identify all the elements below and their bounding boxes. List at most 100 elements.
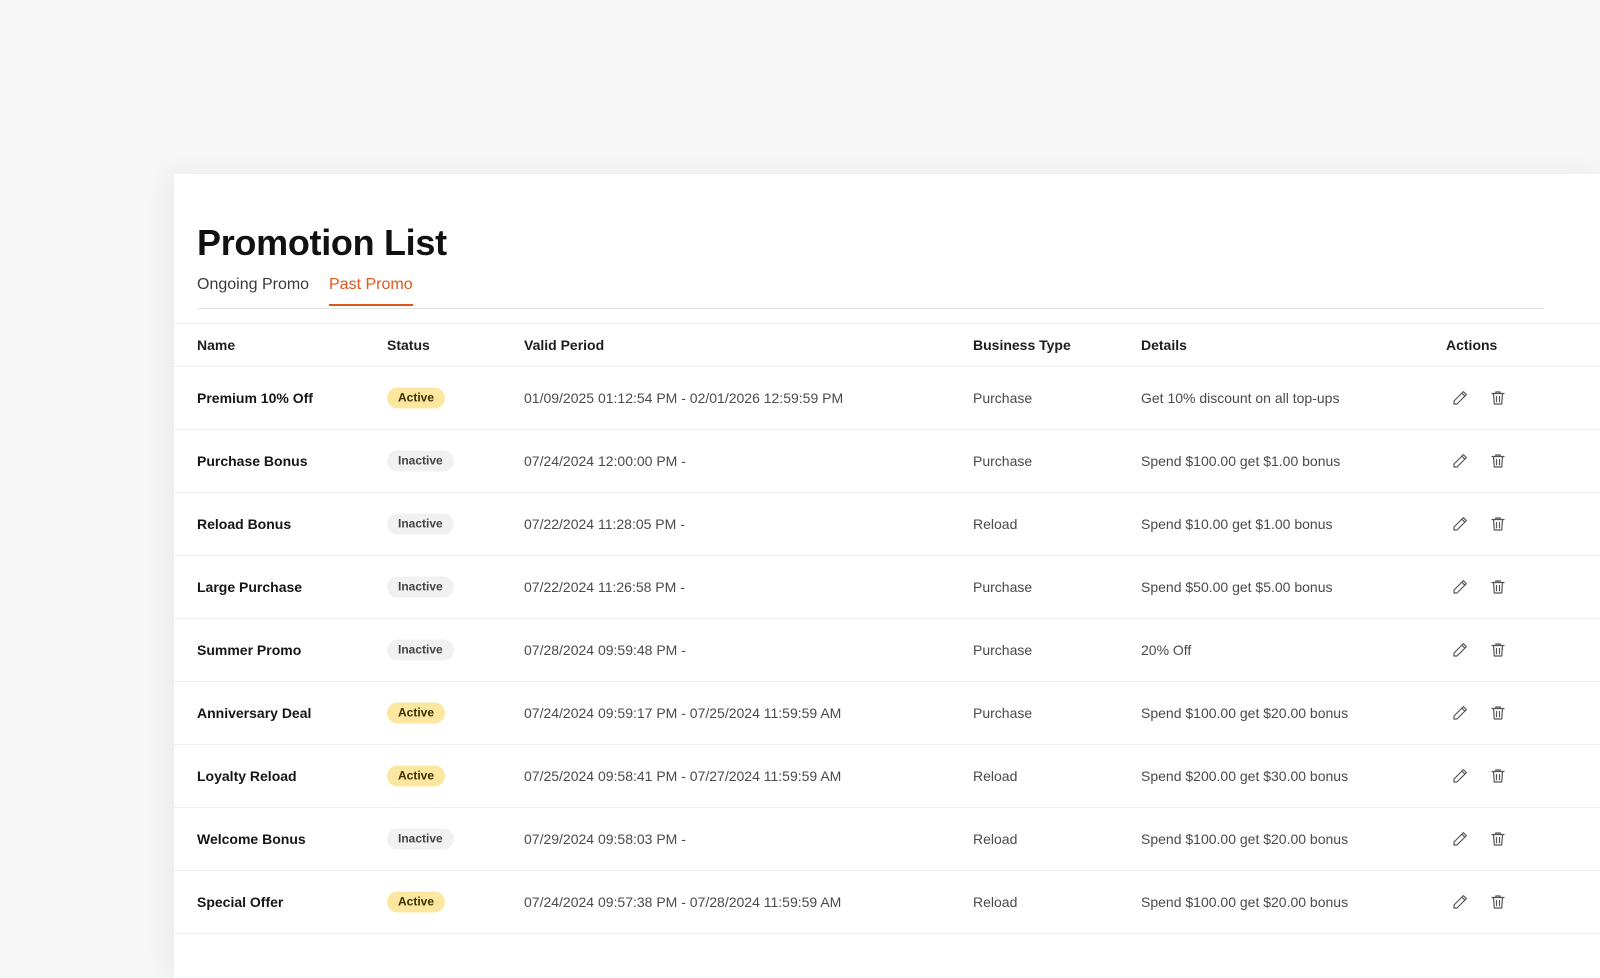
valid-period: 07/29/2024 09:58:03 PM - bbox=[524, 831, 686, 847]
promo-name: Purchase Bonus bbox=[197, 453, 308, 469]
valid-period: 07/25/2024 09:58:41 PM - 07/27/2024 11:5… bbox=[524, 768, 842, 784]
business-type: Purchase bbox=[973, 579, 1033, 595]
promo-details: Spend $100.00 get $1.00 bonus bbox=[1141, 453, 1341, 469]
pencil-icon[interactable] bbox=[1451, 830, 1469, 848]
row-actions bbox=[1451, 767, 1507, 785]
promo-name: Special Offer bbox=[197, 894, 284, 910]
promo-details: Spend $100.00 get $20.00 bonus bbox=[1141, 894, 1349, 910]
promotion-panel: Promotion List Ongoing Promo Past Promo … bbox=[174, 174, 1600, 978]
table-row: Large Purchase Inactive 07/22/2024 11:26… bbox=[174, 556, 1600, 619]
header-name: Name bbox=[197, 337, 236, 353]
pencil-icon[interactable] bbox=[1451, 452, 1469, 470]
pencil-icon[interactable] bbox=[1451, 704, 1469, 722]
promo-details: Get 10% discount on all top-ups bbox=[1141, 390, 1340, 406]
promo-name: Welcome Bonus bbox=[197, 831, 306, 847]
valid-period: 07/22/2024 11:28:05 PM - bbox=[524, 516, 685, 532]
valid-period: 07/22/2024 11:26:58 PM - bbox=[524, 579, 685, 595]
business-type: Reload bbox=[973, 516, 1018, 532]
trash-icon[interactable] bbox=[1489, 578, 1507, 596]
pencil-icon[interactable] bbox=[1451, 641, 1469, 659]
pencil-icon[interactable] bbox=[1451, 893, 1469, 911]
valid-period: 07/24/2024 09:57:38 PM - 07/28/2024 11:5… bbox=[524, 894, 842, 910]
valid-period: 07/28/2024 09:59:48 PM - bbox=[524, 642, 686, 658]
trash-icon[interactable] bbox=[1489, 767, 1507, 785]
valid-period: 01/09/2025 01:12:54 PM - 02/01/2026 12:5… bbox=[524, 390, 844, 406]
row-actions bbox=[1451, 389, 1507, 407]
trash-icon[interactable] bbox=[1489, 893, 1507, 911]
tab-ongoing-promo[interactable]: Ongoing Promo bbox=[197, 276, 309, 304]
promo-details: Spend $200.00 get $30.00 bonus bbox=[1141, 768, 1349, 784]
page-title: Promotion List bbox=[197, 222, 447, 263]
pencil-icon[interactable] bbox=[1451, 389, 1469, 407]
status-cell: Inactive bbox=[387, 576, 454, 598]
status-badge: Active bbox=[387, 765, 446, 787]
promo-details: Spend $100.00 get $20.00 bonus bbox=[1141, 831, 1349, 847]
status-badge: Inactive bbox=[387, 828, 454, 850]
status-cell: Inactive bbox=[387, 513, 454, 535]
promo-details: 20% Off bbox=[1141, 642, 1192, 658]
promo-tabs: Ongoing Promo Past Promo bbox=[197, 274, 1544, 309]
promo-details: Spend $10.00 get $1.00 bonus bbox=[1141, 516, 1333, 532]
valid-period: 07/24/2024 09:59:17 PM - 07/25/2024 11:5… bbox=[524, 705, 842, 721]
row-actions bbox=[1451, 515, 1507, 533]
status-cell: Active bbox=[387, 387, 446, 409]
trash-icon[interactable] bbox=[1489, 641, 1507, 659]
row-actions bbox=[1451, 641, 1507, 659]
table-row: Premium 10% Off Active 01/09/2025 01:12:… bbox=[174, 367, 1600, 430]
status-cell: Inactive bbox=[387, 828, 454, 850]
row-actions bbox=[1451, 704, 1507, 722]
status-cell: Inactive bbox=[387, 639, 454, 661]
pencil-icon[interactable] bbox=[1451, 515, 1469, 533]
status-badge: Active bbox=[387, 387, 446, 409]
table-row: Purchase Bonus Inactive 07/24/2024 12:00… bbox=[174, 430, 1600, 493]
status-badge: Active bbox=[387, 702, 446, 724]
trash-icon[interactable] bbox=[1489, 830, 1507, 848]
business-type: Purchase bbox=[973, 390, 1033, 406]
table-row: Summer Promo Inactive 07/28/2024 09:59:4… bbox=[174, 619, 1600, 682]
business-type: Purchase bbox=[973, 642, 1033, 658]
tab-past-promo[interactable]: Past Promo bbox=[329, 276, 413, 306]
table-row: Loyalty Reload Active 07/25/2024 09:58:4… bbox=[174, 745, 1600, 808]
row-actions bbox=[1451, 830, 1507, 848]
trash-icon[interactable] bbox=[1489, 389, 1507, 407]
trash-icon[interactable] bbox=[1489, 704, 1507, 722]
promo-details: Spend $100.00 get $20.00 bonus bbox=[1141, 705, 1349, 721]
table-body: Premium 10% Off Active 01/09/2025 01:12:… bbox=[174, 367, 1600, 934]
promo-name: Premium 10% Off bbox=[197, 390, 313, 406]
business-type: Reload bbox=[973, 831, 1018, 847]
table-row: Welcome Bonus Inactive 07/29/2024 09:58:… bbox=[174, 808, 1600, 871]
trash-icon[interactable] bbox=[1489, 452, 1507, 470]
table-header: Name Status Valid Period Business Type D… bbox=[174, 323, 1600, 367]
business-type: Reload bbox=[973, 894, 1018, 910]
promotion-table: Name Status Valid Period Business Type D… bbox=[174, 323, 1600, 934]
status-badge: Inactive bbox=[387, 576, 454, 598]
table-row: Reload Bonus Inactive 07/22/2024 11:28:0… bbox=[174, 493, 1600, 556]
business-type: Purchase bbox=[973, 705, 1033, 721]
business-type: Reload bbox=[973, 768, 1018, 784]
table-row: Anniversary Deal Active 07/24/2024 09:59… bbox=[174, 682, 1600, 745]
row-actions bbox=[1451, 578, 1507, 596]
business-type: Purchase bbox=[973, 453, 1033, 469]
header-valid-period: Valid Period bbox=[524, 337, 605, 353]
promo-name: Loyalty Reload bbox=[197, 768, 297, 784]
promo-details: Spend $50.00 get $5.00 bonus bbox=[1141, 579, 1333, 595]
header-actions: Actions bbox=[1446, 337, 1498, 353]
promo-name: Reload Bonus bbox=[197, 516, 292, 532]
promo-name: Summer Promo bbox=[197, 642, 302, 658]
pencil-icon[interactable] bbox=[1451, 767, 1469, 785]
status-cell: Active bbox=[387, 891, 446, 913]
status-badge: Inactive bbox=[387, 513, 454, 535]
row-actions bbox=[1451, 452, 1507, 470]
header-status: Status bbox=[387, 337, 430, 353]
header-details: Details bbox=[1141, 337, 1187, 353]
pencil-icon[interactable] bbox=[1451, 578, 1469, 596]
status-badge: Inactive bbox=[387, 639, 454, 661]
header-business-type: Business Type bbox=[973, 337, 1071, 353]
status-cell: Active bbox=[387, 765, 446, 787]
table-row: Special Offer Active 07/24/2024 09:57:38… bbox=[174, 871, 1600, 934]
valid-period: 07/24/2024 12:00:00 PM - bbox=[524, 453, 686, 469]
status-cell: Active bbox=[387, 702, 446, 724]
status-badge: Inactive bbox=[387, 450, 454, 472]
trash-icon[interactable] bbox=[1489, 515, 1507, 533]
status-cell: Inactive bbox=[387, 450, 454, 472]
